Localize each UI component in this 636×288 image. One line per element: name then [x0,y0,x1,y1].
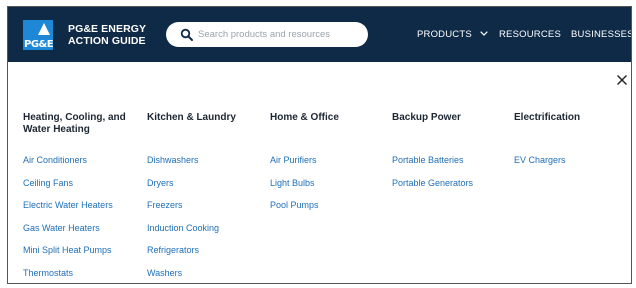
products-mega-menu-window: PG&E PG&E ENERGY ACTION GUIDE PRODUCTS R… [7,6,632,284]
menu-column-backup-power: Portable Batteries Portable Generators [392,155,473,200]
menu-link-ceiling-fans[interactable]: Ceiling Fans [23,178,113,201]
menu-column-electrification: EV Chargers [514,155,566,178]
menu-heading-electrification: Electrification [514,112,581,123]
menu-column-home-office: Air Purifiers Light Bulbs Pool Pumps [270,155,319,223]
site-title-line2: ACTION GUIDE [68,35,146,47]
menu-link-gas-water-heaters[interactable]: Gas Water Heaters [23,223,113,246]
close-icon[interactable] [615,73,629,87]
menu-link-air-purifiers[interactable]: Air Purifiers [270,155,319,178]
nav-products-label: PRODUCTS [417,29,472,40]
menu-link-portable-generators[interactable]: Portable Generators [392,178,473,201]
chevron-down-icon [480,31,488,36]
site-title-line1: PG&E ENERGY [68,23,147,35]
menu-link-freezers[interactable]: Freezers [147,200,219,223]
search-icon[interactable] [180,28,194,42]
menu-link-mini-split-heat-pumps[interactable]: Mini Split Heat Pumps [23,245,113,268]
menu-heading-heating-cooling: Heating, Cooling, and Water Heating [23,112,126,135]
menu-link-thermostats[interactable]: Thermostats [23,268,113,284]
menu-link-light-bulbs[interactable]: Light Bulbs [270,178,319,201]
nav-resources[interactable]: RESOURCES [499,29,561,40]
menu-link-air-conditioners[interactable]: Air Conditioners [23,155,113,178]
top-navigation-bar: PG&E PG&E ENERGY ACTION GUIDE PRODUCTS R… [8,7,631,62]
menu-column-heating-cooling: Air Conditioners Ceiling Fans Electric W… [23,155,113,284]
nav-businesses[interactable]: BUSINESSES [571,29,631,40]
site-title[interactable]: PG&E ENERGY ACTION GUIDE [68,23,146,47]
menu-heading-home-office: Home & Office [270,112,339,123]
logo-text: PG&E [24,39,53,50]
menu-link-dishwashers[interactable]: Dishwashers [147,155,219,178]
menu-link-dryers[interactable]: Dryers [147,178,219,201]
menu-link-portable-batteries[interactable]: Portable Batteries [392,155,473,178]
menu-link-pool-pumps[interactable]: Pool Pumps [270,200,319,223]
menu-heading-backup-power: Backup Power [392,112,461,123]
menu-link-electric-water-heaters[interactable]: Electric Water Heaters [23,200,113,223]
menu-column-kitchen-laundry: Dishwashers Dryers Freezers Induction Co… [147,155,219,284]
menu-heading-kitchen-laundry: Kitchen & Laundry [147,112,236,123]
nav-products[interactable]: PRODUCTS [417,29,488,40]
search-input[interactable] [198,26,363,43]
search-bar[interactable] [166,22,368,47]
menu-link-ev-chargers[interactable]: EV Chargers [514,155,566,178]
menu-link-washers[interactable]: Washers [147,268,219,284]
menu-link-refrigerators[interactable]: Refrigerators [147,245,219,268]
menu-link-induction-cooking[interactable]: Induction Cooking [147,223,219,246]
pge-logo[interactable]: PG&E [23,20,53,50]
logo-triangle-icon [38,23,50,35]
